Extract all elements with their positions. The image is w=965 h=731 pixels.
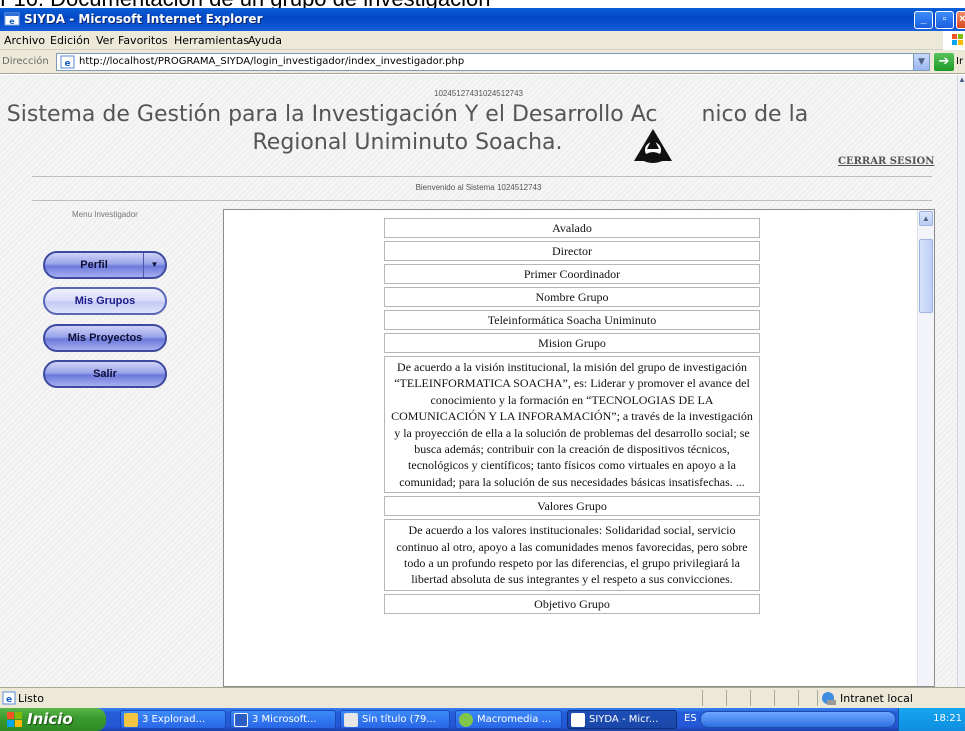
header-divider (32, 176, 932, 177)
welcome-text: Bienvenido al Sistema 1024512743 (415, 183, 542, 192)
menu-favoritos[interactable]: Favoritos (118, 34, 168, 47)
start-button[interactable]: Inicio (0, 708, 106, 731)
logout-link[interactable]: CERRAR SESION (838, 156, 934, 167)
taskbar-item-label: Sin título (79... (362, 714, 436, 725)
valores-grupo-label: Valores Grupo (384, 496, 760, 517)
maximize-button[interactable]: ▫ (935, 11, 954, 29)
system-tray: 18:21 (898, 708, 965, 731)
clock: 18:21 (933, 713, 962, 724)
welcome-divider (32, 200, 932, 201)
address-dropdown-icon[interactable]: ▼ (913, 54, 929, 70)
status-divider (726, 690, 727, 706)
my-projects-button[interactable]: Mis Proyectos (43, 324, 167, 352)
menu-herramientas[interactable]: Herramientas (174, 34, 249, 47)
address-input[interactable]: e http://localhost/PROGRAMA_SIYDA/login_… (56, 53, 930, 71)
page-title-line2: Regional Uniminuto Soacha. (252, 130, 563, 155)
my-groups-button[interactable]: Mis Grupos (43, 287, 167, 315)
page-title-line1: Sistema de Gestión para la Investigación… (6, 102, 658, 127)
security-zone: Intranet local (840, 692, 913, 705)
page-title: Sistema de Gestión para la Investigación… (0, 101, 815, 157)
browser-scrollbar[interactable]: ▲ (957, 75, 965, 687)
taskbar: Inicio 3 Explorad... 3 Microsoft... Sin … (0, 708, 965, 731)
menu-title: Menu Investigador (72, 210, 138, 219)
paint-icon (344, 713, 358, 727)
minimize-button[interactable]: _ (914, 11, 933, 29)
scroll-up-icon[interactable]: ▲ (919, 211, 933, 226)
nombre-grupo-value: Teleinformática Soacha Uniminuto (384, 310, 760, 330)
page-icon: e (60, 55, 75, 69)
profile-button-label: Perfil (80, 259, 108, 271)
browser-scroll-up-icon[interactable]: ▲ (958, 75, 965, 89)
objetivo-grupo-label: Objetivo Grupo (384, 593, 760, 614)
taskbar-item-siyda[interactable]: SIYDA - Micr... (567, 710, 677, 729)
valores-grupo-text: De acuerdo a los valores institucionales… (384, 519, 760, 591)
page-loaded-icon: e (2, 691, 16, 705)
svg-text:e: e (9, 17, 15, 26)
status-divider (798, 690, 799, 706)
menu-edicion[interactable]: Edición (50, 34, 90, 47)
director-cell: Director (384, 241, 760, 261)
go-label[interactable]: Ir (956, 56, 963, 67)
page-title-line1-end: nico de la (701, 102, 809, 127)
status-divider (774, 690, 775, 706)
folder-icon (124, 713, 138, 727)
word-icon (234, 713, 248, 727)
go-arrow-icon[interactable]: ➔ (934, 53, 954, 71)
taskbar-item-label: SIYDA - Micr... (589, 714, 659, 725)
taskbar-item-explorer[interactable]: 3 Explorad... (120, 710, 226, 729)
address-bar: Dirección e http://localhost/PROGRAMA_SI… (0, 50, 965, 74)
windows-flag-icon (7, 712, 22, 727)
taskbar-item-paint[interactable]: Sin título (79... (340, 710, 450, 729)
menu-ver[interactable]: Ver (96, 34, 114, 47)
window-titlebar: e SIYDA - Microsoft Internet Explorer _ … (0, 8, 965, 31)
svg-text:e: e (64, 59, 70, 69)
status-text: Listo (18, 692, 44, 705)
taskbar-item-label: 3 Microsoft... (252, 714, 317, 725)
status-bar: e Listo Intranet local (0, 687, 965, 708)
screen: F16. Documentación de un grupo de invest… (0, 0, 965, 731)
language-indicator[interactable]: ES (684, 713, 697, 724)
taskbar-item-label: 3 Explorad... (142, 714, 206, 725)
menu-bar: Archivo Edición Ver Favoritos Herramient… (0, 31, 965, 50)
status-divider (817, 690, 818, 706)
exit-button[interactable]: Salir (43, 360, 167, 388)
uniminuto-logo-icon (634, 129, 672, 163)
menu-ayuda[interactable]: Ayuda (248, 34, 282, 47)
internet-explorer-icon (571, 713, 585, 727)
primer-coordinador-cell: Primer Coordinador (384, 264, 760, 284)
group-details-frame: Avalado Director Primer Coordinador Nomb… (223, 209, 935, 687)
menu-archivo[interactable]: Archivo (4, 34, 45, 47)
media-player-toolbar[interactable] (700, 711, 896, 728)
macromedia-icon (459, 713, 473, 727)
group-details-table: Avalado Director Primer Coordinador Nomb… (384, 218, 760, 617)
mision-grupo-label: Mision Grupo (384, 333, 760, 353)
document-caption: F16. Documentación de un grupo de invest… (0, 0, 965, 8)
status-divider (702, 690, 703, 706)
start-label: Inicio (27, 710, 73, 728)
mision-grupo-text: De acuerdo a la visión institucional, la… (384, 356, 760, 494)
frame-scrollbar[interactable]: ▲ (917, 210, 934, 686)
svg-text:e: e (6, 695, 12, 705)
page-viewport: 10245127431024512743 Sistema de Gestión … (0, 75, 957, 687)
address-label: Dirección (2, 56, 49, 67)
intranet-zone-icon (822, 692, 836, 705)
address-url: http://localhost/PROGRAMA_SIYDA/login_in… (79, 56, 465, 67)
scroll-thumb[interactable] (919, 239, 933, 313)
session-id: 10245127431024512743 (434, 89, 523, 98)
avalado-cell: Avalado (384, 218, 760, 238)
taskbar-item-word[interactable]: 3 Microsoft... (230, 710, 336, 729)
close-button[interactable]: × (956, 11, 965, 29)
taskbar-item-label: Macromedia ... (477, 714, 552, 725)
status-divider (750, 690, 751, 706)
nombre-grupo-label: Nombre Grupo (384, 287, 760, 307)
internet-explorer-icon: e (4, 12, 20, 26)
profile-button[interactable]: Perfil ▼ (43, 251, 167, 279)
chevron-down-icon[interactable]: ▼ (143, 253, 165, 277)
windows-logo-icon (943, 31, 965, 50)
window-title: SIYDA - Microsoft Internet Explorer (24, 12, 263, 26)
taskbar-item-macromedia[interactable]: Macromedia ... (455, 710, 562, 729)
